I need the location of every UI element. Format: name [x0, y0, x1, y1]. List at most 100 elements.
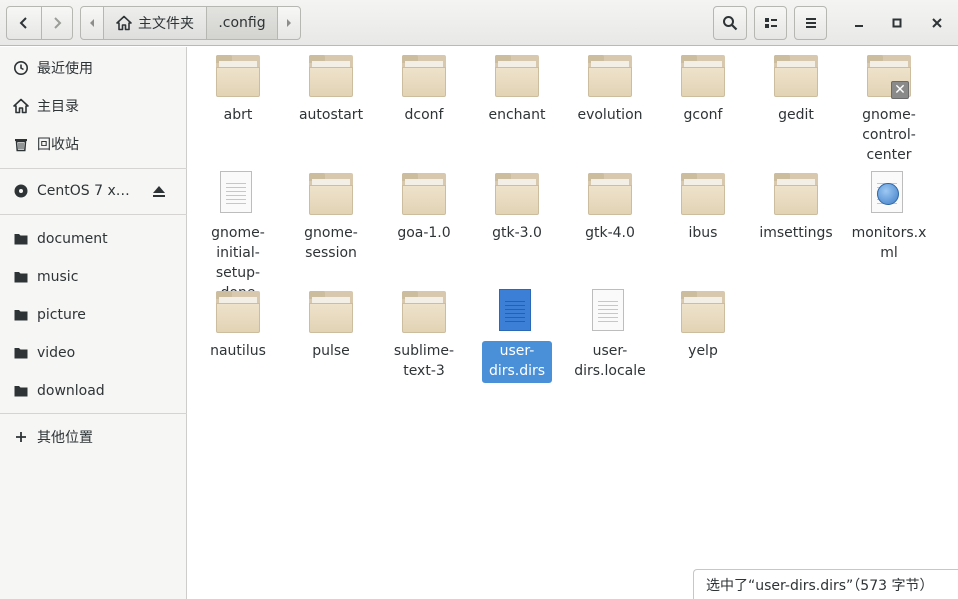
sidebar-divider — [0, 413, 187, 414]
file-item[interactable]: monitors.xml — [843, 171, 935, 263]
no-access-badge-icon: ✕ — [891, 81, 909, 99]
file-item[interactable]: gedit — [750, 53, 842, 125]
file-item[interactable]: gtk-3.0 — [471, 171, 563, 243]
text-file-icon — [586, 289, 634, 337]
path-scroll-right-button[interactable] — [277, 6, 301, 40]
file-item[interactable]: sublime-text-3 — [378, 289, 470, 381]
sidebar-item-label: 其他位置 — [37, 430, 93, 446]
text-file-icon — [214, 171, 262, 219]
folder-icon — [307, 289, 355, 337]
sidebar-item-label: document — [37, 231, 108, 247]
home-icon — [13, 98, 29, 114]
search-button[interactable] — [713, 6, 747, 40]
file-item[interactable]: goa-1.0 — [378, 171, 470, 243]
sidebar-item-home[interactable]: 主目录 — [0, 89, 187, 123]
sidebar-item-music[interactable]: music — [0, 260, 187, 294]
file-name: ibus — [688, 225, 718, 241]
triangle-right-icon — [287, 19, 291, 27]
sidebar-item-download[interactable]: download — [0, 374, 187, 408]
file-grid: abrt autostart dconf enchant evolution g… — [188, 47, 958, 599]
sidebar-item-document[interactable]: document — [0, 222, 187, 256]
file-item[interactable]: pulse — [285, 289, 377, 361]
file-item[interactable]: gconf — [657, 53, 749, 125]
sidebar-item-video[interactable]: video — [0, 336, 187, 370]
sidebar-divider — [0, 168, 187, 169]
folder-icon — [214, 289, 262, 337]
trash-icon — [13, 136, 29, 152]
sidebar-item-label: download — [37, 383, 105, 399]
folder-icon — [586, 171, 634, 219]
file-item[interactable]: gnome-initial-setup-done — [192, 171, 284, 303]
sidebar-item-recent[interactable]: 最近使用 — [0, 51, 187, 85]
disc-icon — [13, 183, 29, 199]
file-name: goa-1.0 — [397, 225, 451, 241]
file-name: imsettings — [759, 225, 833, 241]
maximize-icon — [892, 18, 902, 28]
file-item[interactable]: imsettings — [750, 171, 842, 243]
status-overlay: 选中了“user-dirs.dirs”（573 字节） — [693, 569, 958, 599]
file-item[interactable]: ibus — [657, 171, 749, 243]
close-button[interactable] — [925, 11, 949, 35]
file-name: evolution — [577, 107, 643, 123]
sidebar-item-other-locations[interactable]: 其他位置 — [0, 420, 187, 454]
eject-icon[interactable] — [151, 183, 167, 199]
clock-icon — [13, 60, 29, 76]
file-name: gnome-control-center — [862, 107, 916, 163]
menu-button[interactable] — [794, 6, 827, 40]
maximize-button[interactable] — [885, 11, 909, 35]
file-item-selected[interactable]: user-dirs.dirs — [471, 289, 563, 383]
file-name: yelp — [688, 343, 718, 359]
path-scroll-left-button[interactable] — [80, 6, 104, 40]
folder-icon — [13, 345, 29, 361]
home-icon — [116, 15, 132, 31]
list-view-icon — [764, 18, 777, 28]
minimize-button[interactable] — [847, 11, 871, 35]
sidebar-item-centos-disc[interactable]: CentOS 7 x… — [0, 174, 187, 208]
file-name: gtk-3.0 — [492, 225, 542, 241]
file-item[interactable]: enchant — [471, 53, 563, 125]
file-name: abrt — [223, 107, 253, 123]
file-item[interactable]: gnome-session — [285, 171, 377, 263]
file-item[interactable]: evolution — [564, 53, 656, 125]
forward-button[interactable] — [41, 6, 73, 40]
text-file-icon — [493, 289, 541, 337]
file-name: gtk-4.0 — [585, 225, 635, 241]
header-bar: 主文件夹 .config — [0, 0, 958, 46]
folder-icon — [13, 307, 29, 323]
file-item[interactable]: dconf — [378, 53, 470, 125]
folder-icon — [493, 53, 541, 101]
plus-icon — [13, 429, 29, 445]
folder-locked-icon: ✕ — [865, 53, 913, 101]
breadcrumb-current[interactable]: .config — [206, 6, 278, 40]
file-item[interactable]: gtk-4.0 — [564, 171, 656, 243]
hamburger-icon — [805, 18, 816, 28]
sidebar-item-picture[interactable]: picture — [0, 298, 187, 332]
file-name: gedit — [778, 107, 814, 123]
sidebar-item-label: 最近使用 — [37, 61, 93, 77]
sidebar-item-trash[interactable]: 回收站 — [0, 127, 187, 161]
folder-icon — [586, 53, 634, 101]
file-item[interactable]: nautilus — [192, 289, 284, 361]
file-name: monitors.xml — [851, 225, 927, 261]
file-item[interactable]: user-dirs.locale — [564, 289, 656, 381]
view-toggle-button[interactable] — [754, 6, 787, 40]
file-name: gnome-session — [304, 225, 358, 261]
folder-icon — [679, 53, 727, 101]
chevron-left-icon — [19, 17, 27, 29]
breadcrumb-home[interactable]: 主文件夹 — [103, 6, 207, 40]
back-button[interactable] — [6, 6, 42, 40]
file-item[interactable]: yelp — [657, 289, 749, 361]
file-item[interactable]: abrt — [192, 53, 284, 125]
xml-file-icon — [865, 171, 913, 219]
chevron-right-icon — [54, 17, 62, 29]
file-item[interactable]: autostart — [285, 53, 377, 125]
search-icon — [723, 16, 738, 31]
breadcrumb-home-label: 主文件夹 — [138, 16, 194, 32]
folder-icon — [307, 171, 355, 219]
folder-icon — [772, 53, 820, 101]
file-item[interactable]: ✕ gnome-control-center — [843, 53, 935, 165]
folder-icon — [679, 289, 727, 337]
folder-icon — [307, 53, 355, 101]
close-icon — [932, 18, 942, 28]
file-name: dconf — [404, 107, 444, 123]
